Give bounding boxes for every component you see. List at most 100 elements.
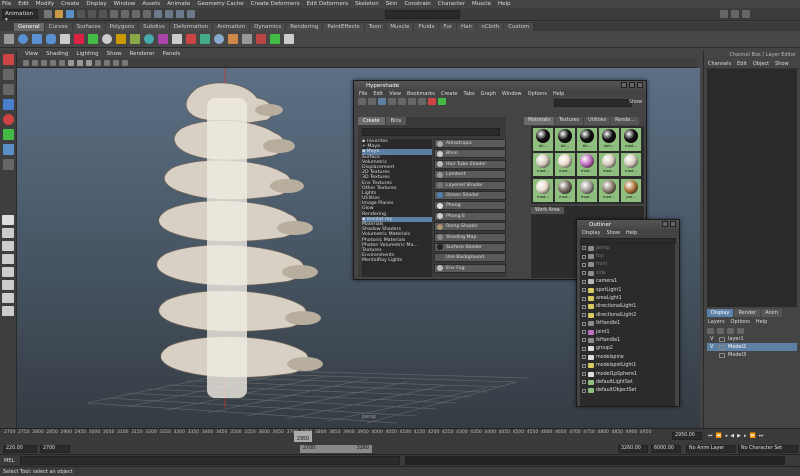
shelf-tab[interactable]: Hair (457, 23, 477, 31)
channel-box-area[interactable] (707, 69, 797, 307)
layer-visibility-toggle[interactable]: V (710, 336, 716, 342)
expand-box-icon[interactable] (582, 246, 586, 251)
menu-item[interactable]: Create Deformers (251, 1, 300, 7)
viewport-menu-item[interactable]: View (25, 51, 38, 57)
go-to-end-icon[interactable]: ⏭ (759, 433, 764, 439)
mel-label[interactable]: MEL (4, 458, 14, 464)
layer-tab[interactable]: Display (707, 309, 734, 317)
camera-icon[interactable] (23, 60, 29, 66)
new-layer-icon[interactable] (727, 328, 734, 334)
play-back-icon[interactable]: ◀ (730, 433, 734, 439)
mask-icon-4[interactable] (143, 10, 151, 18)
save-scene-icon[interactable] (66, 10, 74, 18)
node-create-button[interactable]: Blinn (434, 149, 506, 159)
isolate-icon[interactable] (113, 60, 119, 66)
node-create-button[interactable]: Shading Map (434, 232, 506, 242)
mask-icon-3[interactable] (132, 10, 140, 18)
shelf-tab[interactable]: Surfaces (72, 23, 105, 31)
range-bar[interactable]: 2700 3260 (300, 445, 372, 453)
shelf-tab[interactable]: Subdivs (139, 23, 169, 31)
show-button[interactable]: Show (629, 100, 642, 105)
snap-curve-icon[interactable] (165, 10, 173, 18)
menu-item[interactable]: Modify (36, 1, 54, 7)
material-swatch[interactable]: bli... (555, 128, 575, 151)
menu-item[interactable]: Skin (386, 1, 398, 7)
graph-layout-icon[interactable] (2, 267, 14, 277)
step-back-icon[interactable]: ◂ (725, 433, 728, 439)
snap-plane-icon[interactable] (187, 10, 195, 18)
work-area-tab[interactable]: Work Area (531, 207, 564, 214)
layer-menu-item[interactable]: Layers (708, 319, 725, 325)
attribute-editor-icon[interactable] (720, 10, 728, 18)
ipr-icon[interactable] (438, 98, 446, 105)
layer-menu-item[interactable]: Options (731, 319, 750, 325)
hypershade-layout-icon[interactable] (2, 280, 14, 290)
menu-item[interactable]: Character (438, 1, 465, 7)
paint-select-icon[interactable] (2, 84, 14, 95)
viewport-menu-item[interactable]: Shading (46, 51, 68, 57)
current-time-field[interactable]: 2950.00 (672, 432, 702, 440)
two-pane-layout-icon[interactable] (2, 241, 14, 251)
outliner-item[interactable]: modelspotLight1 (580, 361, 675, 369)
toolbar-icon[interactable] (388, 98, 396, 105)
menu-item[interactable]: Edit (18, 1, 29, 7)
lasso-tool-icon[interactable] (2, 69, 14, 80)
step-forward-key-icon[interactable]: ⏩ (750, 433, 756, 439)
node-create-button[interactable]: Phong (434, 201, 506, 211)
menu-item[interactable]: Display (86, 1, 106, 7)
bookmark-icon[interactable] (32, 60, 38, 66)
shelf-tool-icon-15[interactable] (270, 34, 280, 44)
node-create-button[interactable]: Lambert (434, 170, 506, 180)
menu-item[interactable]: Geometry Cache (197, 1, 243, 7)
outliner-item[interactable]: camera1 (580, 278, 675, 286)
layer-tab[interactable]: Anim (761, 309, 783, 317)
shelf-tool-icon-4[interactable] (116, 34, 126, 44)
material-swatch[interactable]: mod... (555, 178, 575, 202)
shelf-tool-icon-3[interactable] (88, 34, 98, 44)
tool-settings-icon[interactable] (731, 10, 739, 18)
outliner-item[interactable]: front (580, 261, 675, 269)
expand-box-icon[interactable] (582, 304, 586, 309)
expand-box-icon[interactable] (582, 363, 586, 368)
toolbar-icon[interactable] (398, 98, 406, 105)
layer-visibility-toggle[interactable]: V (710, 344, 716, 350)
shelf-tool-icon-10[interactable] (200, 34, 210, 44)
expand-box-icon[interactable] (582, 346, 586, 351)
layer-tab[interactable]: Render (734, 309, 761, 317)
hud-icon[interactable] (122, 60, 128, 66)
expand-box-icon[interactable] (582, 372, 586, 377)
step-forward-icon[interactable]: ▸ (744, 433, 747, 439)
expand-box-icon[interactable] (582, 254, 586, 259)
outliner-item[interactable]: spotLight1 (580, 286, 675, 294)
channel-box-icon[interactable] (742, 10, 750, 18)
menu-item[interactable]: File (2, 1, 11, 7)
single-pane-layout-icon[interactable] (2, 215, 14, 225)
xray-icon[interactable] (104, 60, 110, 66)
shelf-tool-icon-12[interactable] (228, 34, 238, 44)
move-layer-up-icon[interactable] (707, 328, 714, 334)
textured-icon[interactable] (77, 60, 83, 66)
mask-icon-2[interactable] (121, 10, 129, 18)
menu-item[interactable]: Skeleton (355, 1, 379, 7)
render-icon[interactable] (428, 98, 436, 105)
wireframe-icon[interactable] (59, 60, 65, 66)
expand-box-icon[interactable] (582, 355, 586, 360)
hypershade-menu-item[interactable]: Window (502, 91, 522, 97)
outliner-layout-icon[interactable] (2, 254, 14, 264)
step-back-key-icon[interactable]: ⏪ (716, 433, 722, 439)
close-icon[interactable] (670, 221, 676, 227)
sphere-icon[interactable] (18, 34, 28, 44)
material-swatch[interactable]: mod... (533, 153, 553, 177)
material-tab[interactable]: Textures (555, 117, 584, 125)
expand-box-icon[interactable] (582, 321, 586, 326)
outliner-item[interactable]: group2 (580, 345, 675, 353)
hypershade-search-field[interactable] (554, 99, 632, 107)
shelf-tool-icon-6[interactable] (144, 34, 154, 44)
node-create-button[interactable]: Phong E (434, 211, 506, 221)
hypershade-menu-item[interactable]: Bookmarks (407, 91, 435, 97)
expand-box-icon[interactable] (582, 262, 586, 267)
material-swatch[interactable]: bli... (533, 128, 553, 151)
shelf-tab[interactable]: nCloth (477, 23, 504, 31)
expand-box-icon[interactable] (582, 380, 586, 385)
hypershade-menu-item[interactable]: Graph (481, 91, 496, 97)
